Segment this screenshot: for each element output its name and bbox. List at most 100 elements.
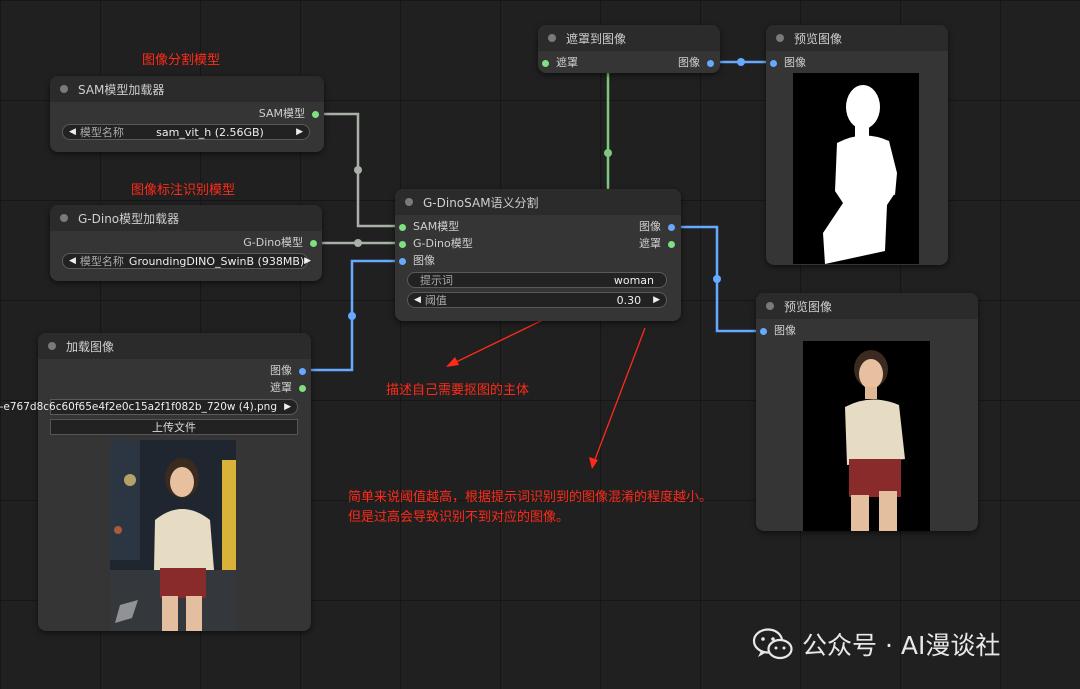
gdino-sam-node[interactable]: G-DinoSAM语义分割 SAM模型 G-Dino模型 图像 图像 遮罩 提示… [395,189,681,321]
output-dot-icon[interactable] [299,367,306,375]
node-header[interactable]: G-Dino模型加载器 [50,205,322,231]
node-title: G-Dino模型加载器 [78,211,180,226]
node-title: 遮罩到图像 [566,31,627,46]
widget-label: 阈值 [424,294,447,307]
prompt-annotation: 描述自己需要抠图的主体 [386,383,530,398]
cutout-preview-image [803,341,930,531]
node-header[interactable]: SAM模型加载器 [50,76,324,102]
node-title: 加载图像 [66,339,115,354]
upload-button[interactable]: 上传文件 [50,419,298,435]
woman-photo-image [110,440,236,631]
node-header[interactable]: 预览图像 [766,25,948,51]
input-label: 遮罩 [556,56,578,69]
sam-model-input[interactable]: SAM模型 [399,220,459,234]
threshold-annotation-arrow [593,327,646,463]
preview-cutout-node[interactable]: 预览图像 图像 [756,293,978,531]
image-output[interactable]: 图像 [678,56,714,70]
mask-output[interactable]: 遮罩 [270,381,306,395]
mask-to-image-node[interactable]: 遮罩到图像 遮罩 图像 [538,25,720,73]
dino-loader-node[interactable]: G-Dino模型加载器 G-Dino模型 ◀ 模型名称 GroundingDIN… [50,205,322,281]
dino-model-input[interactable]: G-Dino模型 [399,237,473,251]
dino-model-output[interactable]: G-Dino模型 [243,236,317,250]
node-header[interactable]: G-DinoSAM语义分割 [395,189,681,215]
input-dot-icon[interactable] [542,59,549,67]
image-output[interactable]: 图像 [639,220,675,234]
image-file-combo[interactable]: v2-e767d8c6c60f65e4f2e0c15a2f1f082b_720w… [0,399,298,415]
model-name-combo[interactable]: ◀ 模型名称 GroundingDINO_SwinB (938MB) ▶ [62,253,311,269]
collapse-dot-icon[interactable] [766,302,774,310]
image-input[interactable]: 图像 [399,254,435,268]
sam-loader-node[interactable]: SAM模型加载器 SAM模型 ◀ 模型名称 sam_vit_h (2.56GB)… [50,76,324,152]
output-label: 图像 [270,364,292,377]
threshold-annotation-line2: 但是过高会导致识别不到对应的图像。 [348,510,570,525]
widget-label: 模型名称 [79,126,124,139]
threshold-number-field[interactable]: ◀ 阈值 0.30 ▶ [407,292,667,308]
mask-input[interactable]: 遮罩 [542,56,578,70]
node-title: SAM模型加载器 [78,82,165,97]
output-dot-icon[interactable] [299,384,306,392]
widget-value: GroundingDINO_SwinB (938MB) [128,254,305,268]
mask-output[interactable]: 遮罩 [639,237,675,251]
input-dot-icon[interactable] [770,59,777,67]
threshold-annotation-line1: 简单来说阈值越高，根据提示词识别到的图像混淆的程度越小。 [348,490,713,505]
load-image-node[interactable]: 加载图像 图像 遮罩 v2-e767d8c6c60f65e4f2e0c15a2f… [0,333,311,631]
output-dot-icon[interactable] [668,240,675,248]
image-input[interactable]: 图像 [760,324,796,338]
dino-model-annotation: 图像标注识别模型 [131,183,236,198]
node-header[interactable]: 加载图像 [38,333,311,359]
image-link-reroute-dot [348,312,356,320]
sam-link-reroute-dot [354,166,362,174]
image-output[interactable]: 图像 [270,364,306,378]
watermark-text: 公众号 · AI漫谈社 [802,631,1001,660]
node-header[interactable]: 遮罩到图像 [538,25,720,51]
threshold-arrow-head [589,457,598,469]
output-label: 遮罩 [270,381,292,394]
output-label: 图像 [678,56,700,69]
sam-model-output[interactable]: SAM模型 [259,107,319,121]
right-arrow-icon[interactable]: ▶ [304,256,311,266]
dino-link-reroute-dot [354,239,362,247]
node-title: G-DinoSAM语义分割 [423,195,539,210]
input-dot-icon[interactable] [399,240,406,248]
node-title: 预览图像 [784,299,833,314]
output-dot-icon[interactable] [668,223,675,231]
node-title: 预览图像 [794,31,843,46]
collapse-dot-icon[interactable] [405,198,413,206]
mask-silhouette-image [793,73,919,264]
input-dot-icon[interactable] [399,257,406,265]
watermark: 公众号 · AI漫谈社 [752,622,1000,666]
right-arrow-icon[interactable]: ▶ [284,402,291,412]
left-arrow-icon[interactable]: ◀ [414,295,421,305]
output-label: 图像 [639,220,661,233]
node-header[interactable]: 预览图像 [756,293,978,319]
input-label: 图像 [774,324,796,337]
output-label: 遮罩 [639,237,661,250]
prompt-text-field[interactable]: 提示词 woman [407,272,667,288]
model-name-combo[interactable]: ◀ 模型名称 sam_vit_h (2.56GB) ▶ [62,124,310,140]
collapse-dot-icon[interactable] [60,85,68,93]
output-label: G-Dino模型 [243,236,303,249]
input-photo [110,440,236,631]
right-arrow-icon[interactable]: ▶ [653,295,660,305]
preview-mask-node[interactable]: 预览图像 图像 [766,25,948,265]
sam-model-annotation: 图像分割模型 [142,53,221,68]
output-dot-icon[interactable] [312,110,319,118]
right-arrow-icon[interactable]: ▶ [296,127,303,137]
input-dot-icon[interactable] [399,223,406,231]
output-dot-icon[interactable] [310,239,317,247]
output-label: SAM模型 [258,107,305,120]
image-input[interactable]: 图像 [770,56,806,70]
collapse-dot-icon[interactable] [548,34,556,42]
left-arrow-icon[interactable]: ◀ [69,127,76,137]
collapse-dot-icon[interactable] [60,214,68,222]
input-dot-icon[interactable] [760,327,767,335]
mask-link-reroute-dot [604,149,612,157]
input-label: 图像 [784,56,806,69]
collapse-dot-icon[interactable] [48,342,56,350]
mask-preview-image [793,73,919,264]
input-label: 图像 [413,254,435,267]
collapse-dot-icon[interactable] [776,34,784,42]
left-arrow-icon[interactable]: ◀ [69,256,76,266]
input-label: G-Dino模型 [413,237,473,250]
output-dot-icon[interactable] [707,59,714,67]
